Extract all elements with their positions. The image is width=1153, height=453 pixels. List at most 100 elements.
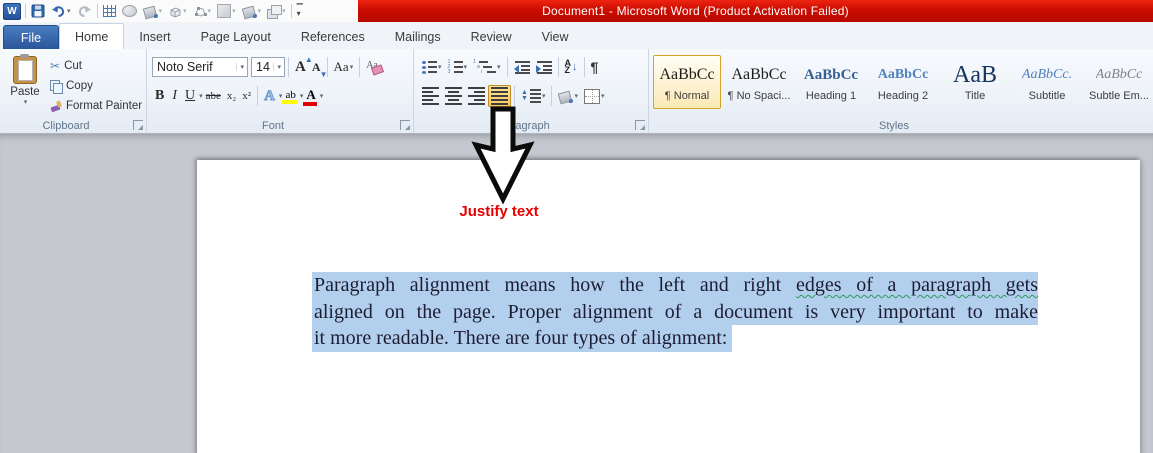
tab-view[interactable]: View bbox=[527, 25, 584, 49]
italic-button[interactable]: I bbox=[167, 87, 182, 105]
bold-button[interactable]: B bbox=[152, 86, 167, 106]
strikethrough-button[interactable]: abe bbox=[203, 88, 224, 104]
group-styles: AaBbCc ¶ Normal AaBbCc ¶ No Spaci... AaB… bbox=[649, 49, 1153, 133]
align-right-button[interactable] bbox=[465, 85, 488, 107]
style-title[interactable]: AaB Title bbox=[941, 55, 1009, 109]
text-effects-button[interactable]: A bbox=[261, 86, 278, 107]
increase-indent-icon bbox=[535, 60, 552, 74]
separator bbox=[290, 4, 292, 18]
font-name-dropdown[interactable]: ▾ bbox=[236, 63, 247, 71]
font-size-value: 14 bbox=[256, 60, 270, 74]
customize-qat-button[interactable]: ▔ ▾ bbox=[296, 2, 304, 20]
align-left-button[interactable] bbox=[419, 85, 442, 107]
align-center-button[interactable] bbox=[442, 85, 465, 107]
format-painter-button[interactable]: Format Painter bbox=[50, 97, 142, 114]
decrease-indent-icon bbox=[513, 60, 530, 74]
document-page[interactable]: Paragraph alignment means how the left a… bbox=[197, 160, 1140, 453]
group-clipboard: Paste ▾ ✂ Cut Copy Format Painter Clipbo… bbox=[0, 49, 147, 133]
window-title-area: Document1 - Microsoft Word (Product Acti… bbox=[358, 0, 1153, 22]
document-text[interactable]: Paragraph alignment means how the left a… bbox=[312, 272, 1038, 352]
line-spacing-icon: ▲ ▼ bbox=[521, 89, 541, 103]
cut-label: Cut bbox=[64, 59, 82, 72]
font-color-dropdown[interactable]: ▾ bbox=[320, 92, 324, 100]
clipboard-group-label: Clipboard bbox=[42, 120, 90, 132]
bullets-button[interactable]: ▾ bbox=[419, 59, 445, 76]
font-dialog-launcher[interactable] bbox=[400, 120, 410, 130]
undo-dropdown[interactable]: ▾ bbox=[67, 7, 71, 15]
redo-button-disabled bbox=[76, 2, 93, 20]
shrink-arrow-icon: ▼ bbox=[319, 69, 328, 79]
tab-insert[interactable]: Insert bbox=[124, 25, 185, 49]
gridlines-icon bbox=[102, 5, 116, 17]
style-heading-1[interactable]: AaBbCc Heading 1 bbox=[797, 55, 865, 109]
separator bbox=[96, 4, 98, 18]
word-window: W ▾ ▾ ▾ ▾ ▾ ▾ ▾ ▔ ▾ Document1 - Microsof… bbox=[0, 0, 1153, 453]
paint-bucket-icon bbox=[143, 5, 158, 18]
layers-icon bbox=[267, 4, 283, 19]
font-group-label: Font bbox=[261, 120, 284, 132]
edit-points-icon bbox=[194, 6, 207, 17]
clipboard-dialog-launcher[interactable] bbox=[133, 120, 143, 130]
shrink-font-button[interactable]: A ▼ bbox=[309, 58, 328, 79]
change-case-button[interactable]: Aa ▾ bbox=[331, 57, 357, 77]
borders-icon bbox=[583, 88, 600, 104]
text-highlight-button[interactable]: ab bbox=[282, 87, 299, 105]
underline-button[interactable]: U bbox=[182, 86, 198, 106]
font-size-combo[interactable]: 14 ▾ bbox=[251, 57, 285, 77]
multilevel-list-button[interactable]: 1 a i ▾ bbox=[470, 59, 504, 76]
text-line[interactable]: aligned on the page. Proper alignment of… bbox=[312, 298, 1038, 325]
paste-button[interactable]: Paste ▾ bbox=[6, 54, 44, 120]
undo-button[interactable]: ▾ bbox=[50, 2, 72, 20]
justify-icon bbox=[491, 87, 508, 105]
clear-formatting-button[interactable] bbox=[363, 58, 385, 76]
bullets-icon bbox=[422, 60, 437, 74]
subscript-button[interactable]: x₂ bbox=[224, 88, 239, 104]
style-heading-2[interactable]: AaBbCc Heading 2 bbox=[869, 55, 937, 109]
increase-indent-button[interactable] bbox=[533, 59, 555, 76]
show-hide-paragraph-button[interactable]: ¶ bbox=[588, 57, 602, 77]
superscript-button[interactable]: x² bbox=[239, 88, 254, 104]
tab-mailings[interactable]: Mailings bbox=[380, 25, 456, 49]
align-left-icon bbox=[422, 87, 439, 105]
tab-file[interactable]: File bbox=[3, 25, 59, 49]
paragraph-dialog-launcher[interactable] bbox=[635, 120, 645, 130]
window-title: Document1 - Microsoft Word (Product Acti… bbox=[542, 4, 849, 18]
font-name-combo[interactable]: Noto Serif ▾ bbox=[152, 57, 248, 77]
copy-button[interactable]: Copy bbox=[50, 77, 142, 94]
tab-review[interactable]: Review bbox=[456, 25, 527, 49]
undo-icon bbox=[52, 5, 65, 17]
line-spacing-button[interactable]: ▲ ▼ ▾ bbox=[518, 87, 548, 105]
redo-icon bbox=[78, 5, 91, 17]
text-line[interactable]: it more readable. There are four types o… bbox=[312, 325, 733, 352]
save-icon bbox=[31, 4, 45, 18]
paste-dropdown[interactable]: ▾ bbox=[24, 98, 28, 106]
numbering-button[interactable]: 1 2 3 ▾ bbox=[445, 59, 471, 76]
scissors-icon: ✂ bbox=[50, 58, 61, 73]
style-no-spacing[interactable]: AaBbCc ¶ No Spaci... bbox=[725, 55, 793, 109]
grow-font-button[interactable]: A ▲ bbox=[292, 55, 313, 78]
style-subtitle[interactable]: AaBbCc. Subtitle bbox=[1013, 55, 1081, 109]
title-bar: W ▾ ▾ ▾ ▾ ▾ ▾ ▾ ▔ ▾ Document1 - Microsof… bbox=[0, 0, 1153, 22]
clear-formatting-icon bbox=[366, 60, 382, 74]
font-color-button[interactable]: A bbox=[303, 85, 318, 107]
edit-shape-button: ▾ bbox=[192, 2, 213, 20]
sort-button[interactable]: AZ ↓ bbox=[562, 58, 581, 76]
font-size-dropdown[interactable]: ▾ bbox=[273, 63, 284, 71]
decrease-indent-button[interactable] bbox=[511, 59, 533, 76]
borders-button[interactable]: ▾ bbox=[581, 87, 608, 106]
save-button[interactable] bbox=[30, 2, 46, 20]
fill-color-button: ▾ bbox=[241, 2, 263, 20]
word-logo-icon[interactable]: W bbox=[3, 2, 21, 20]
style-normal[interactable]: AaBbCc ¶ Normal bbox=[653, 55, 721, 109]
text-line[interactable]: Paragraph alignment means how the left a… bbox=[312, 272, 1038, 299]
tab-page-layout[interactable]: Page Layout bbox=[186, 25, 286, 49]
view-gridlines-button[interactable] bbox=[102, 2, 117, 20]
separator bbox=[25, 4, 26, 18]
cut-button[interactable]: ✂ Cut bbox=[50, 57, 142, 74]
justify-button[interactable] bbox=[488, 85, 511, 107]
shading-button[interactable]: ▾ bbox=[555, 88, 581, 105]
oval-icon bbox=[121, 5, 137, 17]
tab-home[interactable]: Home bbox=[59, 23, 125, 50]
tab-references[interactable]: References bbox=[286, 25, 380, 49]
style-subtle-emphasis[interactable]: AaBbCc Subtle Em... bbox=[1085, 55, 1153, 109]
